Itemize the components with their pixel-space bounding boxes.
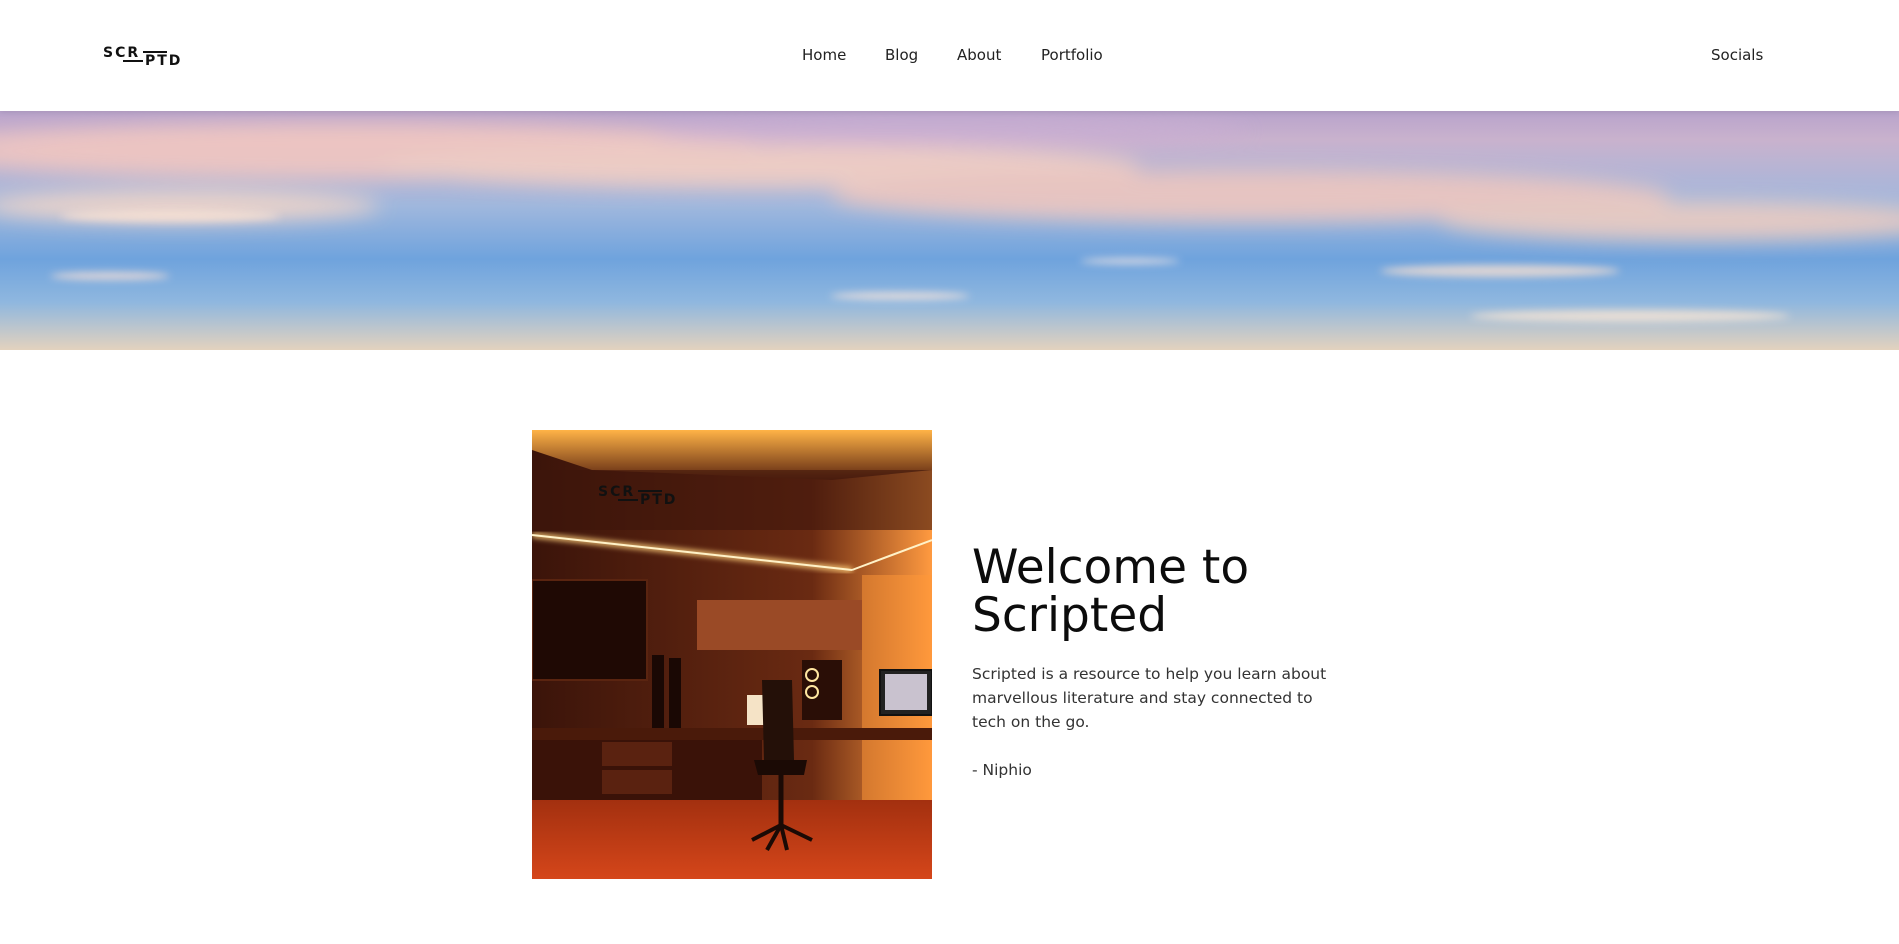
- logo-text-bottom: PTD: [145, 53, 182, 65]
- welcome-logo-text-top: SCR: [598, 484, 635, 500]
- nav-about[interactable]: About: [957, 46, 1001, 64]
- site-header: SCR PTD Home Blog About Portfolio Social…: [0, 0, 1899, 111]
- gaming-room-photo: [532, 430, 932, 879]
- welcome-signature: - Niphio: [972, 761, 1032, 779]
- logo-text-top: SCR: [103, 45, 140, 61]
- nav-blog[interactable]: Blog: [885, 46, 918, 64]
- welcome-logo-text-bottom: PTD: [640, 492, 677, 504]
- site-logo[interactable]: SCR PTD: [103, 45, 183, 65]
- welcome-logo: SCR PTD: [598, 484, 677, 504]
- nav-portfolio[interactable]: Portfolio: [1041, 46, 1103, 64]
- nav-socials[interactable]: Socials: [1711, 46, 1763, 64]
- welcome-text: Welcome to Scripted Scripted is a resour…: [972, 544, 1362, 782]
- welcome-description: Scripted is a resource to help you learn…: [972, 665, 1327, 731]
- hero-banner-image: [0, 111, 1899, 350]
- welcome-section: SCR PTD Welcome to Scripted Scripted is …: [0, 350, 1899, 944]
- welcome-title: Welcome to Scripted: [972, 540, 1250, 643]
- nav-home[interactable]: Home: [802, 46, 846, 64]
